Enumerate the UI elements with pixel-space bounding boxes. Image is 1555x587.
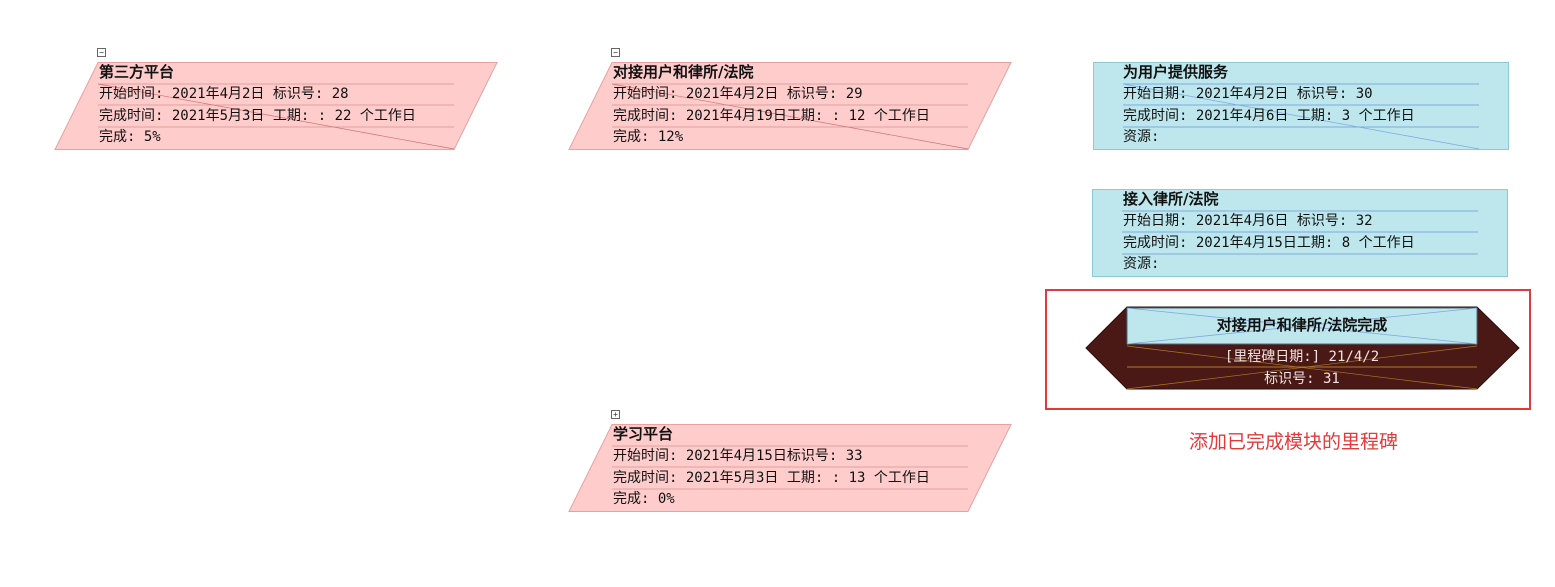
highlight-box [1045, 289, 1531, 410]
resource-row: 资源: [1123, 256, 1160, 272]
resource-row: 资源: [1123, 129, 1160, 145]
annotation-text: 添加已完成模块的里程碑 [1189, 431, 1399, 453]
collapse-toggle-icon[interactable]: − [611, 48, 620, 57]
task-node[interactable]: 接入律所/法院 开始日期: 2021年4月6日 标识号: 32 完成时间: 20… [1092, 189, 1508, 277]
expand-toggle-icon[interactable]: + [611, 410, 620, 419]
finish-row: 完成时间: 2021年4月15日工期: 8 个工作日 [1123, 235, 1415, 251]
start-row: 开始日期: 2021年4月6日 标识号: 32 [1123, 213, 1373, 229]
task-title: 第三方平台 [99, 63, 175, 81]
task-title: 为用户提供服务 [1123, 63, 1229, 81]
summary-task-node[interactable]: 学习平台 开始时间: 2021年4月15日标识号: 33 完成时间: 2021年… [568, 424, 1012, 512]
finish-row: 完成时间: 2021年5月3日 工期: : 22 个工作日 [99, 108, 416, 124]
start-row: 开始日期: 2021年4月2日 标识号: 30 [1123, 86, 1373, 102]
start-row: 开始时间: 2021年4月2日 标识号: 29 [613, 86, 863, 102]
complete-row: 完成: 12% [613, 129, 684, 145]
finish-row: 完成时间: 2021年4月19日工期: : 12 个工作日 [613, 108, 930, 124]
summary-task-node[interactable]: 对接用户和律所/法院 开始时间: 2021年4月2日 标识号: 29 完成时间:… [568, 62, 1012, 150]
finish-row: 完成时间: 2021年4月6日 工期: 3 个工作日 [1123, 108, 1415, 124]
task-node[interactable]: 为用户提供服务 开始日期: 2021年4月2日 标识号: 30 完成时间: 20… [1093, 62, 1509, 150]
finish-row: 完成时间: 2021年5月3日 工期: : 13 个工作日 [613, 470, 930, 486]
task-title: 学习平台 [613, 425, 674, 443]
start-row: 开始时间: 2021年4月2日 标识号: 28 [99, 86, 349, 102]
task-title: 对接用户和律所/法院 [613, 63, 754, 81]
collapse-toggle-icon[interactable]: − [97, 48, 106, 57]
start-row: 开始时间: 2021年4月15日标识号: 33 [613, 448, 863, 464]
complete-row: 完成: 5% [99, 129, 161, 145]
task-title: 接入律所/法院 [1123, 190, 1219, 208]
complete-row: 完成: 0% [613, 491, 675, 507]
summary-task-node[interactable]: 第三方平台 开始时间: 2021年4月2日 标识号: 28 完成时间: 2021… [54, 62, 498, 150]
